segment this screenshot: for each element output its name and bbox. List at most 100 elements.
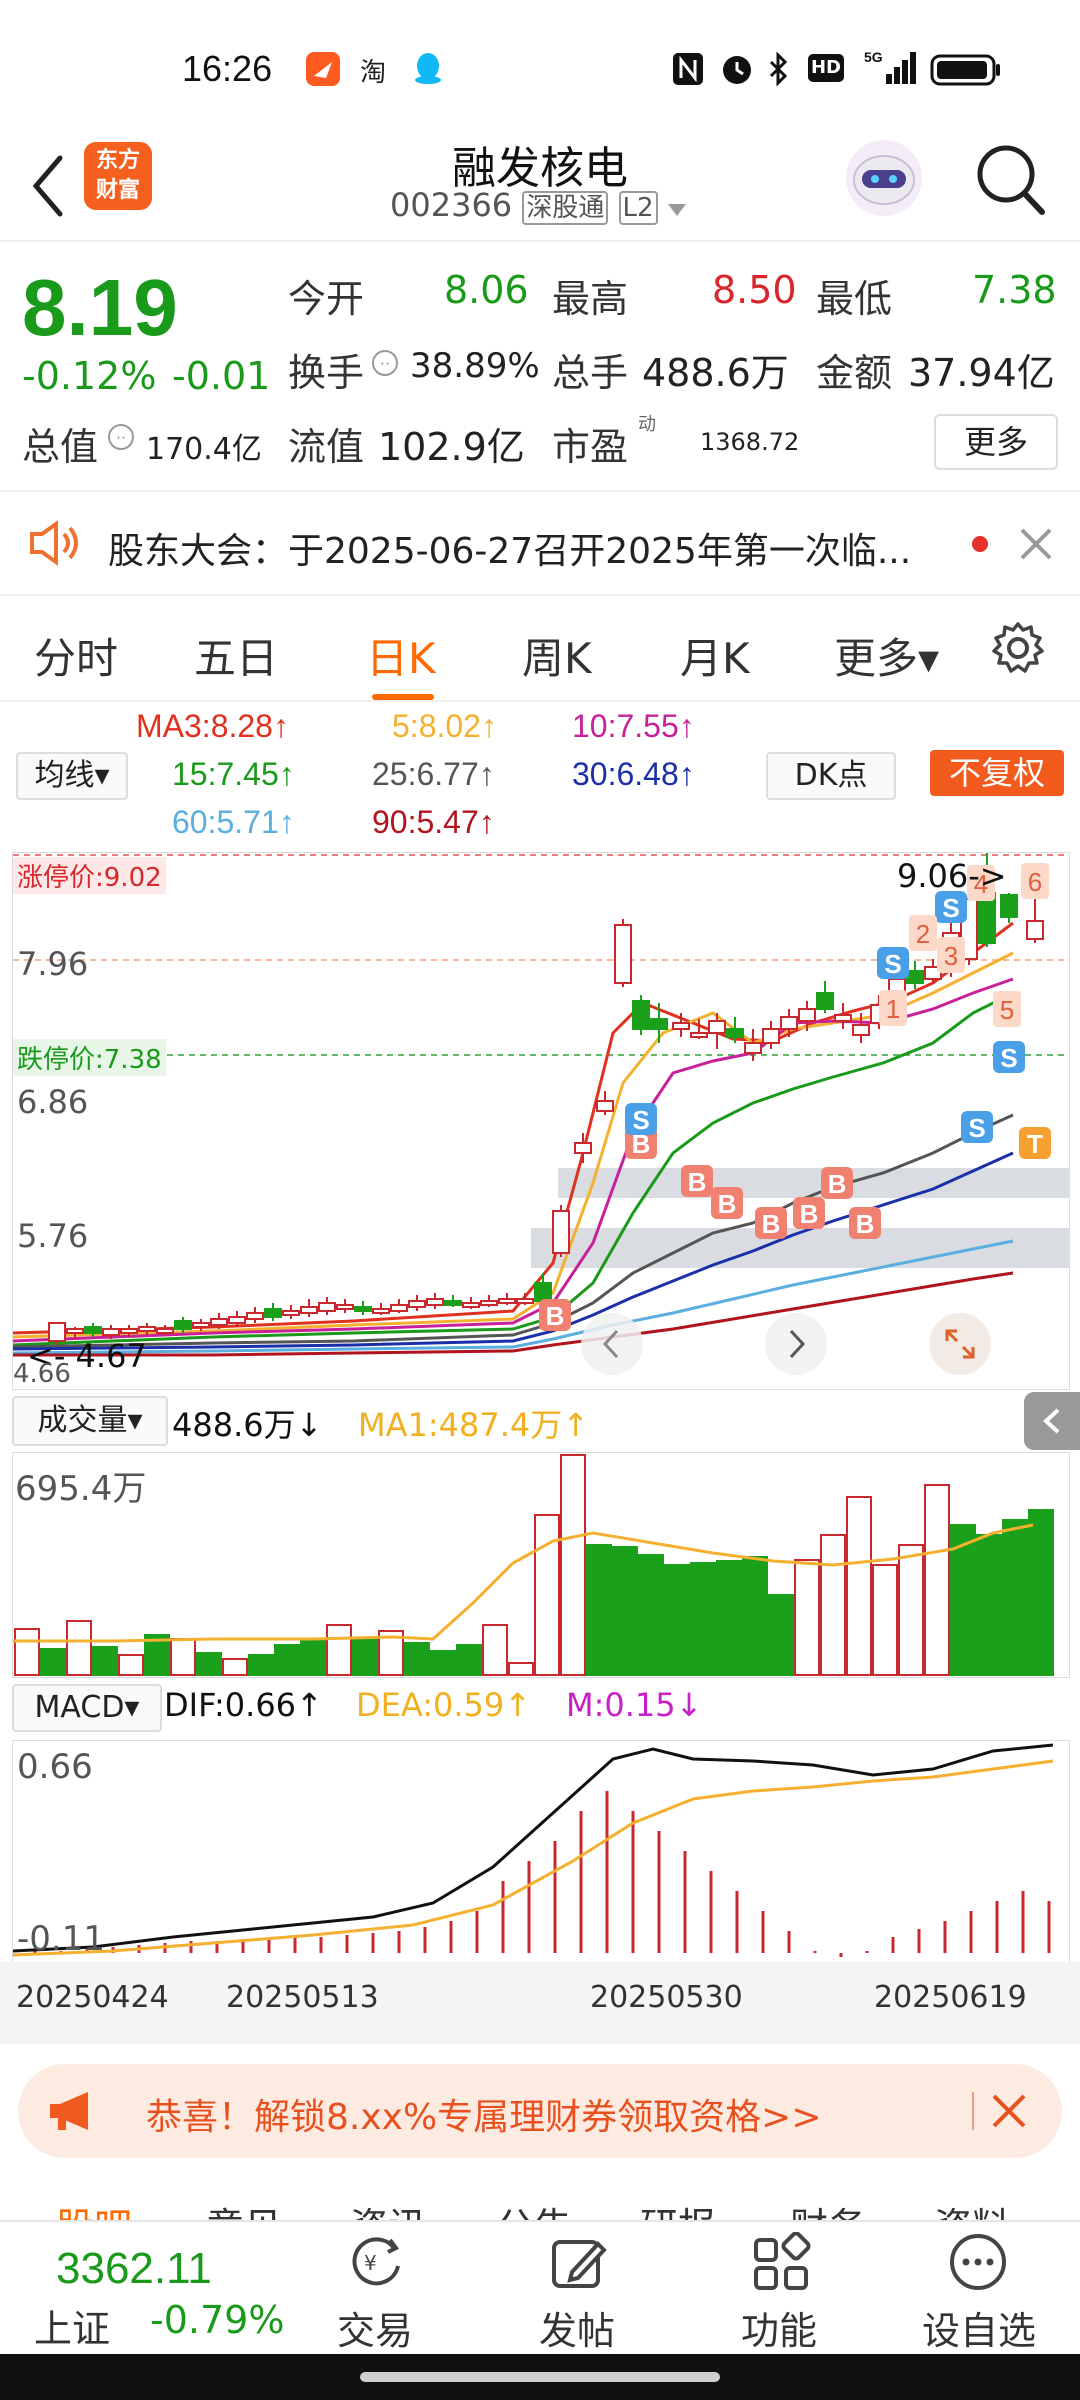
tab-fenshi[interactable]: 分时 <box>34 625 118 686</box>
content-tab-yanbao[interactable]: 研报 <box>640 2196 716 2222</box>
volume-bar <box>716 1560 742 1676</box>
macd-chart[interactable]: 0.66 -0.11 <box>12 1740 1070 1964</box>
search-icon[interactable] <box>970 140 1050 220</box>
volume-bar <box>638 1554 664 1676</box>
y-label-mid: 6.86 <box>17 1083 89 1121</box>
content-tab-caiwu[interactable]: 财务 <box>790 2196 866 2222</box>
notice-bar[interactable]: 股东大会：于2025-06-27召开2025年第一次临... <box>0 494 1080 594</box>
next-arrow-icon[interactable] <box>765 1313 827 1375</box>
volume-bar <box>352 1638 378 1676</box>
tab-yuek[interactable]: 月K <box>680 625 750 686</box>
kline-chart[interactable]: BBBBBBBBSSSSST123456 涨停价:9.02 7.96 跌停价:7… <box>12 852 1070 1390</box>
taobao-icon: 淘 <box>360 58 387 88</box>
candle-body <box>66 1328 84 1334</box>
promo-close-icon[interactable] <box>988 2090 1030 2136</box>
volume-bar <box>560 1454 586 1676</box>
low-label: 最低 <box>816 277 893 321</box>
promo-banner[interactable]: 恭喜！解锁8.xx%专属理财券领取资格>> <box>18 2064 1062 2158</box>
content-tab-yijian[interactable]: 意见 <box>206 2196 282 2222</box>
candle-body <box>318 1302 336 1312</box>
candle-body <box>672 1022 690 1030</box>
high-value: 8.50 <box>712 268 797 312</box>
info-circle-icon[interactable]: ·· <box>372 350 398 376</box>
prev-arrow-icon[interactable] <box>581 1313 643 1375</box>
volume-bar <box>300 1640 326 1676</box>
volume-bar <box>404 1642 430 1676</box>
info-circle-icon[interactable]: ·· <box>108 424 134 450</box>
candle-body <box>596 1100 614 1112</box>
dk-button[interactable]: DK点 <box>766 752 896 800</box>
volume-bar <box>430 1650 456 1676</box>
candle-body <box>780 1016 798 1030</box>
macd-selector[interactable]: MACD▾ <box>12 1684 162 1732</box>
index-value: 3362.11 <box>56 2244 212 2293</box>
more-dots-icon <box>948 2232 1012 2296</box>
fuquan-button[interactable]: 不复权 <box>930 750 1064 796</box>
stock-header: 东方 财富 融发核电 002366 深股通 L2 <box>0 140 1080 240</box>
candle-body <box>534 1282 552 1302</box>
candle-body <box>390 1304 408 1312</box>
nav-trade[interactable]: ¥ 交易 <box>320 2222 430 2356</box>
turnover-value: 38.89% <box>410 346 540 386</box>
candle-body <box>354 1306 372 1312</box>
candle-body <box>744 1042 762 1054</box>
more-button[interactable]: 更多 <box>934 414 1058 470</box>
volume-bar <box>66 1620 92 1676</box>
collapse-side-icon[interactable] <box>1024 1392 1080 1450</box>
ma3-label: MA3:8.28↑ <box>136 708 289 744</box>
amount-value: 37.94亿 <box>908 351 1055 395</box>
tab-more[interactable]: 更多▾ <box>834 625 939 686</box>
ma-line-1 <box>13 951 1014 1339</box>
macd-dif: DIF:0.66↑ <box>164 1686 323 1724</box>
gesture-handle[interactable] <box>360 2372 720 2382</box>
ma30-label: 30:6.48↑ <box>572 756 695 792</box>
candle-body <box>138 1326 156 1332</box>
tab-rik[interactable]: 日K <box>366 625 436 686</box>
close-icon[interactable] <box>1016 524 1056 568</box>
y-label-low: 5.76 <box>17 1217 89 1255</box>
volume-selector[interactable]: 成交量▾ <box>12 1396 168 1446</box>
robot-assistant-icon[interactable] <box>842 136 926 220</box>
volume-bar <box>872 1564 898 1676</box>
nav-trade-label: 交易 <box>336 2309 413 2353</box>
fullscreen-icon[interactable] <box>929 1313 991 1375</box>
ma-selector[interactable]: 均线▾ <box>16 752 128 800</box>
amount-label: 金额 <box>816 351 893 395</box>
content-tabs-partial: 股吧 意见 资讯 公告 研报 财务 资料 <box>0 2178 1080 2222</box>
content-tab-ziliao[interactable]: 资料 <box>934 2196 1010 2222</box>
index-ticker[interactable]: 3362.11 上证 -0.79% <box>0 2222 300 2356</box>
macd-y-bottom: -0.11 <box>17 1919 105 1959</box>
stock-code-row[interactable]: 002366 深股通 L2 <box>390 186 686 225</box>
date-3: 20250530 <box>590 1980 743 2015</box>
volume-bar <box>1028 1509 1054 1676</box>
candle-body <box>282 1310 300 1316</box>
feishu-icon <box>306 52 340 86</box>
total-value-label: 总值 <box>22 425 99 469</box>
candle-body <box>174 1320 192 1330</box>
tab-wuri[interactable]: 五日 <box>194 625 278 686</box>
megaphone-icon <box>44 2086 104 2140</box>
volume-bar <box>274 1644 300 1676</box>
candle-body <box>552 1210 570 1254</box>
nav-function[interactable]: 功能 <box>724 2222 834 2356</box>
volume-bar <box>40 1648 66 1676</box>
content-tab-gonggao[interactable]: 公告 <box>496 2196 572 2222</box>
volume-label: 总手 <box>552 351 629 395</box>
signal-5g-icon: 5G <box>862 48 918 92</box>
volume-chart[interactable]: 695.4万 <box>12 1452 1070 1678</box>
volume-y-label: 695.4万 <box>15 1469 147 1509</box>
signal-marker-label: 2 <box>916 919 930 949</box>
tab-zhouk[interactable]: 周K <box>522 625 592 686</box>
signal-marker-label: 1 <box>886 994 900 1024</box>
nav-post[interactable]: 发帖 <box>522 2222 632 2356</box>
trade-marker-letter: B <box>718 1189 737 1219</box>
pe-value: 1368.72 <box>700 428 800 456</box>
change-pct: -0.12% <box>22 354 157 398</box>
volume-bar <box>222 1658 248 1676</box>
float-value-label: 流值 <box>288 425 365 469</box>
volume-bar <box>92 1646 118 1676</box>
settings-gear-icon[interactable] <box>990 620 1046 680</box>
content-tab-zixun[interactable]: 资讯 <box>350 2196 426 2222</box>
content-tab-guba[interactable]: 股吧 <box>56 2196 132 2222</box>
nav-add-watchlist[interactable]: 设自选 <box>914 2222 1044 2356</box>
